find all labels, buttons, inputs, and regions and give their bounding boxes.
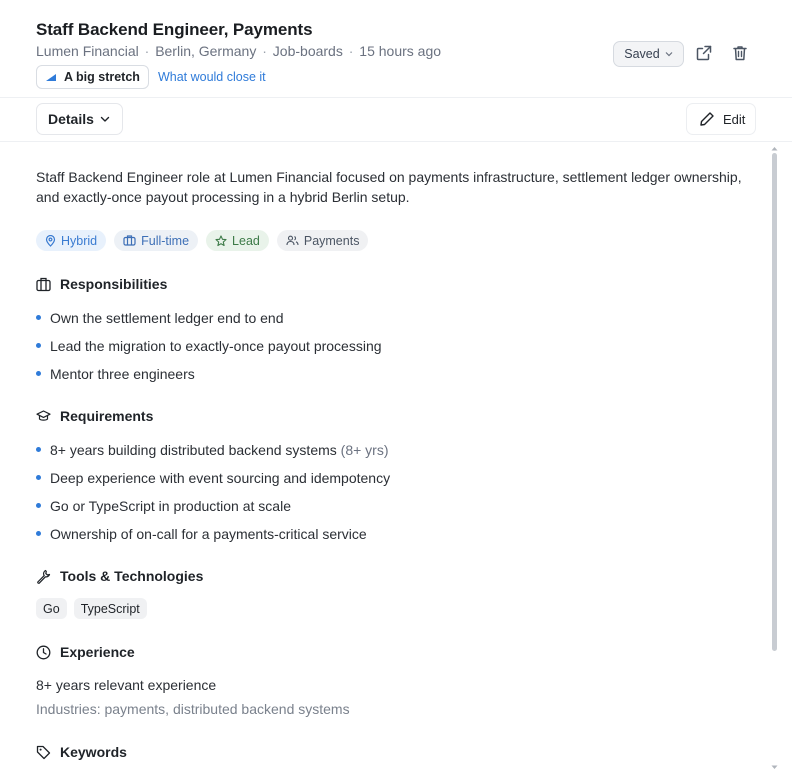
tool-chip: TypeScript [73, 598, 147, 619]
edit-button[interactable]: Edit [686, 103, 756, 135]
users-icon [286, 235, 299, 246]
job-title: Staff Backend Engineer, Payments [36, 20, 313, 39]
job-tags: Hybrid Full-time Lead Payments [36, 230, 369, 251]
edit-label: Edit [723, 111, 746, 127]
requirement-text: Go or TypeScript in production at scale [50, 498, 291, 514]
chevron-down-icon [100, 116, 110, 122]
list-item: Deep experience with event sourcing and … [36, 468, 390, 496]
requirement-text: Ownership of on-call for a payments-crit… [50, 526, 367, 542]
details-toolbar: Details Edit [0, 98, 792, 142]
job-location: Berlin, Germany [155, 43, 257, 59]
section-title: Tools & Technologies [60, 568, 204, 584]
section-title: Experience [60, 644, 135, 660]
section-title: Responsibilities [60, 276, 168, 292]
external-link-icon[interactable] [695, 44, 713, 62]
pencil-icon [700, 112, 714, 126]
details-dropdown-button[interactable]: Details [36, 103, 123, 135]
fit-badge: A big stretch [36, 65, 149, 89]
tag-label: Payments [303, 233, 360, 248]
company-name: Lumen Financial [36, 43, 139, 59]
meta-separator: · [262, 43, 267, 59]
experience-heading: Experience [36, 644, 135, 660]
graduation-cap-icon [36, 410, 51, 421]
details-content[interactable]: Staff Backend Engineer role at Lumen Fin… [0, 143, 792, 780]
fit-row: A big stretch What would close it [36, 65, 266, 89]
scrollbar-thumb[interactable] [772, 153, 777, 651]
experience-industries: Industries: payments, distributed backen… [36, 701, 350, 717]
star-icon [215, 234, 227, 246]
tag-hybrid: Hybrid [36, 230, 107, 251]
meta-separator: · [144, 43, 150, 59]
experience-years: 8+ years relevant experience [36, 677, 217, 693]
saved-label: Saved [624, 47, 660, 61]
posted-time: 15 hours ago [359, 43, 442, 59]
trash-icon[interactable] [731, 44, 749, 62]
responsibilities-heading: Responsibilities [36, 276, 167, 292]
requirements-list: 8+ years building distributed backend sy… [36, 440, 390, 552]
list-item: Lead the migration to exactly-once payou… [36, 336, 382, 364]
requirement-text: Deep experience with event sourcing and … [50, 470, 391, 486]
wrench-icon [37, 569, 51, 584]
tools-heading: Tools & Technologies [36, 568, 203, 584]
tag-payments: Payments [276, 230, 369, 251]
tools-chips: Go TypeScript [36, 598, 147, 619]
signal-bar-icon [46, 74, 56, 81]
job-header: Staff Backend Engineer, Payments Lumen F… [0, 0, 792, 98]
tag-label: Hybrid [61, 233, 98, 248]
requirement-note: (8+ yrs) [340, 442, 389, 458]
meta-separator: · [348, 43, 354, 59]
tag-label: Lead [232, 233, 260, 248]
list-item: Own the settlement ledger end to end [36, 308, 382, 336]
section-title: Keywords [60, 744, 127, 760]
keywords-heading: Keywords [36, 744, 127, 760]
section-title: Requirements [60, 408, 154, 424]
scrollbar[interactable] [771, 147, 778, 769]
list-item: 8+ years building distributed backend sy… [36, 440, 390, 468]
tag-lead: Lead [206, 230, 269, 251]
list-item: Go or TypeScript in production at scale [36, 496, 390, 524]
list-item: Mentor three engineers [36, 364, 382, 392]
chevron-down-icon [665, 52, 673, 57]
requirement-text: 8+ years building distributed backend sy… [50, 442, 337, 458]
job-source: Job-boards [272, 43, 343, 59]
fit-badge-label: A big stretch [64, 70, 140, 84]
tag-icon [36, 745, 51, 759]
tag-label: Full-time [141, 233, 190, 248]
location-pin-icon [45, 234, 56, 247]
list-item: Ownership of on-call for a payments-crit… [36, 524, 390, 552]
saved-dropdown-button[interactable]: Saved [613, 41, 684, 67]
requirements-heading: Requirements [36, 408, 153, 424]
tool-chip: Go [36, 598, 67, 619]
scroll-up-arrow-icon[interactable] [771, 146, 778, 151]
briefcase-icon [123, 235, 136, 246]
job-meta: Lumen Financial · Berlin, Germany · Job-… [36, 43, 441, 59]
tag-full-time: Full-time [114, 230, 199, 251]
scroll-down-arrow-icon[interactable] [771, 765, 778, 770]
briefcase-icon [36, 277, 51, 291]
job-summary: Staff Backend Engineer role at Lumen Fin… [36, 169, 742, 205]
close-gap-link[interactable]: What would close it [158, 70, 266, 84]
details-label: Details [48, 111, 94, 127]
clock-icon [36, 645, 51, 659]
responsibilities-list: Own the settlement ledger end to end Lea… [36, 308, 382, 392]
